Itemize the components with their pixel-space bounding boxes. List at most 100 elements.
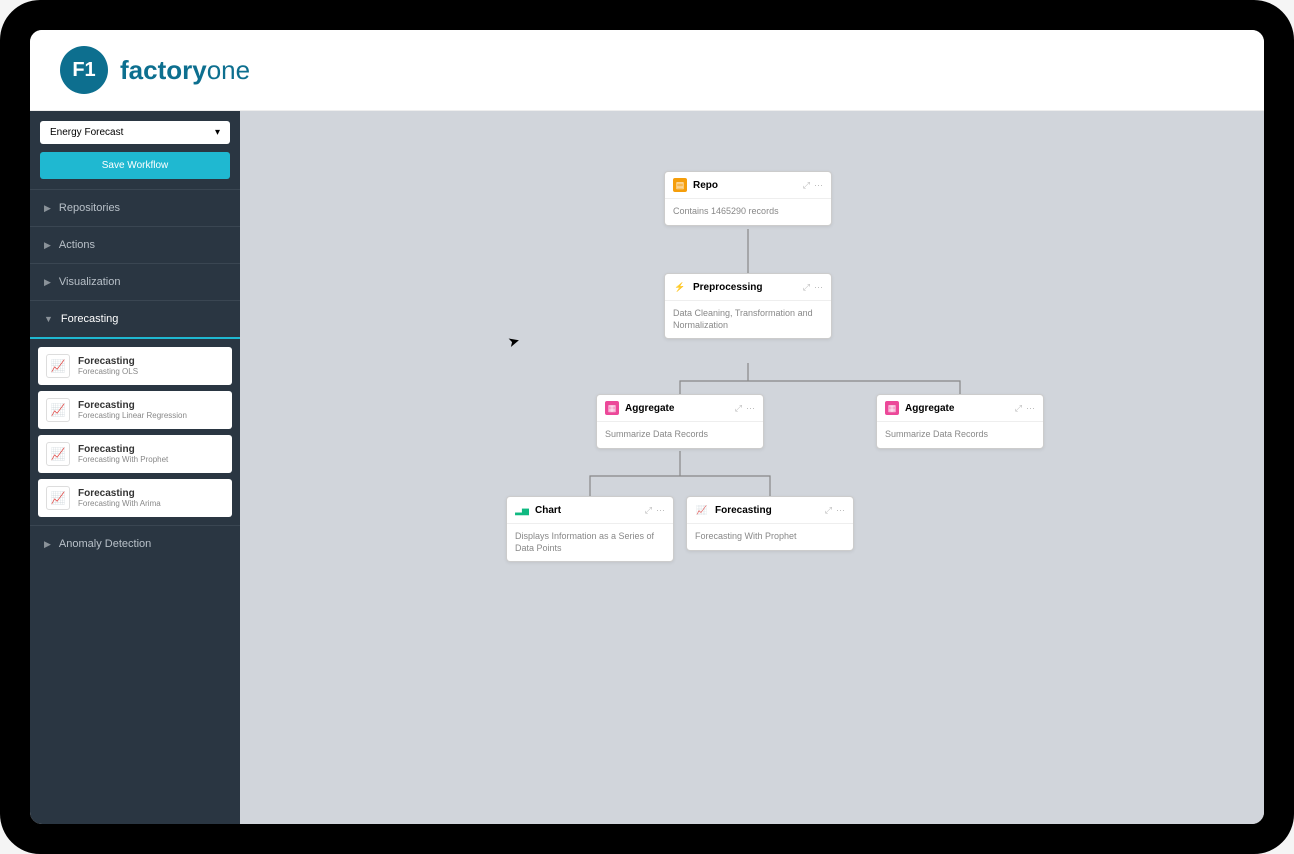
app-screen: F1 factoryone ≪ Energy Forecast ▾ Save W…: [30, 30, 1264, 824]
node-chart[interactable]: ▂▅ Chart ⤢ ⋯ Displays Information as a S…: [506, 496, 674, 562]
workflow-canvas[interactable]: ➤ ▤ Repo ⤢ ⋯ Contains 146529: [240, 111, 1264, 824]
cursor-icon: ➤: [506, 332, 522, 351]
sidebar-section-visualization[interactable]: Visualization: [30, 263, 240, 300]
tool-forecasting-prophet[interactable]: 📈 Forecasting Forecasting With Prophet: [38, 435, 232, 473]
menu-icon[interactable]: ⋯: [1026, 403, 1035, 414]
sidebar-section-anomaly[interactable]: Anomaly Detection: [30, 525, 240, 562]
expand-icon[interactable]: ⤢: [803, 180, 810, 191]
workflow-select-value: Energy Forecast: [50, 127, 123, 138]
tool-forecasting-linear[interactable]: 📈 Forecasting Forecasting Linear Regress…: [38, 391, 232, 429]
node-header: 📈 Forecasting ⤢ ⋯: [687, 497, 853, 524]
tool-title: Forecasting: [78, 488, 161, 499]
database-icon: ▤: [673, 178, 687, 192]
node-body: Contains 1465290 records: [665, 199, 831, 225]
tool-title: Forecasting: [78, 444, 168, 455]
tool-title: Forecasting: [78, 400, 187, 411]
tool-text: Forecasting Forecasting With Arima: [78, 488, 161, 508]
tablet-frame: F1 factoryone ≪ Energy Forecast ▾ Save W…: [0, 0, 1294, 854]
sidebar-section-actions[interactable]: Actions: [30, 226, 240, 263]
logo-text: factoryone: [120, 55, 250, 86]
node-header: ▦ Aggregate ⤢ ⋯: [877, 395, 1043, 422]
node-body: Summarize Data Records: [877, 422, 1043, 448]
tool-subtitle: Forecasting Linear Regression: [78, 411, 187, 420]
node-body: Forecasting With Prophet: [687, 524, 853, 550]
workflow-select[interactable]: Energy Forecast ▾: [40, 121, 230, 144]
expand-icon[interactable]: ⤢: [1015, 403, 1022, 414]
section-label: Anomaly Detection: [59, 538, 151, 550]
node-title: Preprocessing: [693, 282, 797, 293]
node-actions: ⤢ ⋯: [803, 180, 823, 191]
node-title: Aggregate: [625, 403, 729, 414]
tool-forecasting-arima[interactable]: 📈 Forecasting Forecasting With Arima: [38, 479, 232, 517]
tool-subtitle: Forecasting With Arima: [78, 499, 161, 508]
chevron-down-icon: ▾: [215, 127, 220, 138]
main-area: ≪ Energy Forecast ▾ Save Workflow Reposi…: [30, 111, 1264, 824]
logo-light: one: [207, 55, 250, 85]
tool-title: Forecasting: [78, 356, 138, 367]
menu-icon[interactable]: ⋯: [814, 282, 823, 293]
node-header: ⚡ Preprocessing ⤢ ⋯: [665, 274, 831, 301]
node-preprocessing[interactable]: ⚡ Preprocessing ⤢ ⋯ Data Cleaning, Trans…: [664, 273, 832, 339]
chevron-right-icon: [44, 240, 51, 251]
chevron-right-icon: [44, 203, 51, 214]
node-body: Displays Information as a Series of Data…: [507, 524, 673, 561]
node-forecasting[interactable]: 📈 Forecasting ⤢ ⋯ Forecasting With Proph…: [686, 496, 854, 551]
section-label: Repositories: [59, 202, 120, 214]
menu-icon[interactable]: ⋯: [656, 505, 665, 516]
expand-icon[interactable]: ⤢: [825, 505, 832, 516]
sidebar-section-repositories[interactable]: Repositories: [30, 189, 240, 226]
line-chart-icon: 📈: [46, 354, 70, 378]
node-actions: ⤢ ⋯: [1015, 403, 1035, 414]
expand-icon[interactable]: ⤢: [645, 505, 652, 516]
chevron-right-icon: [44, 277, 51, 288]
node-header: ▤ Repo ⤢ ⋯: [665, 172, 831, 199]
chevron-right-icon: [44, 539, 51, 550]
bolt-icon: ⚡: [673, 280, 687, 294]
node-aggregate-right[interactable]: ▦ Aggregate ⤢ ⋯ Summarize Data Records: [876, 394, 1044, 449]
grid-icon: ▦: [885, 401, 899, 415]
sidebar-top: Energy Forecast ▾ Save Workflow: [30, 111, 240, 189]
node-actions: ⤢ ⋯: [803, 282, 823, 293]
line-chart-icon: 📈: [695, 503, 709, 517]
tool-subtitle: Forecasting With Prophet: [78, 455, 168, 464]
app-header: F1 factoryone: [30, 30, 1264, 111]
menu-icon[interactable]: ⋯: [814, 180, 823, 191]
node-body: Data Cleaning, Transformation and Normal…: [665, 301, 831, 338]
node-title: Aggregate: [905, 403, 1009, 414]
bar-chart-icon: ▂▅: [515, 503, 529, 517]
node-title: Forecasting: [715, 505, 819, 516]
expand-icon[interactable]: ⤢: [735, 403, 742, 414]
tool-forecasting-ols[interactable]: 📈 Forecasting Forecasting OLS: [38, 347, 232, 385]
node-header: ▦ Aggregate ⤢ ⋯: [597, 395, 763, 422]
sidebar: ≪ Energy Forecast ▾ Save Workflow Reposi…: [30, 111, 240, 824]
node-title: Repo: [693, 180, 797, 191]
tool-text: Forecasting Forecasting Linear Regressio…: [78, 400, 187, 420]
line-chart-icon: 📈: [46, 398, 70, 422]
menu-icon[interactable]: ⋯: [836, 505, 845, 516]
logo-bold: factory: [120, 55, 207, 85]
node-header: ▂▅ Chart ⤢ ⋯: [507, 497, 673, 524]
section-label: Actions: [59, 239, 95, 251]
line-chart-icon: 📈: [46, 486, 70, 510]
tool-text: Forecasting Forecasting OLS: [78, 356, 138, 376]
node-aggregate-left[interactable]: ▦ Aggregate ⤢ ⋯ Summarize Data Records: [596, 394, 764, 449]
grid-icon: ▦: [605, 401, 619, 415]
node-title: Chart: [535, 505, 639, 516]
node-actions: ⤢ ⋯: [735, 403, 755, 414]
forecasting-tools-list: 📈 Forecasting Forecasting OLS 📈 Forecast…: [30, 339, 240, 525]
line-chart-icon: 📈: [46, 442, 70, 466]
save-workflow-button[interactable]: Save Workflow: [40, 152, 230, 179]
expand-icon[interactable]: ⤢: [803, 282, 810, 293]
chevron-down-icon: [44, 314, 53, 324]
tool-subtitle: Forecasting OLS: [78, 367, 138, 376]
tool-text: Forecasting Forecasting With Prophet: [78, 444, 168, 464]
section-label: Visualization: [59, 276, 121, 288]
node-actions: ⤢ ⋯: [825, 505, 845, 516]
menu-icon[interactable]: ⋯: [746, 403, 755, 414]
sidebar-section-forecasting[interactable]: Forecasting: [30, 300, 240, 339]
logo-badge-icon: F1: [60, 46, 108, 94]
node-body: Summarize Data Records: [597, 422, 763, 448]
node-repo[interactable]: ▤ Repo ⤢ ⋯ Contains 1465290 records: [664, 171, 832, 226]
node-actions: ⤢ ⋯: [645, 505, 665, 516]
section-label: Forecasting: [61, 313, 118, 325]
